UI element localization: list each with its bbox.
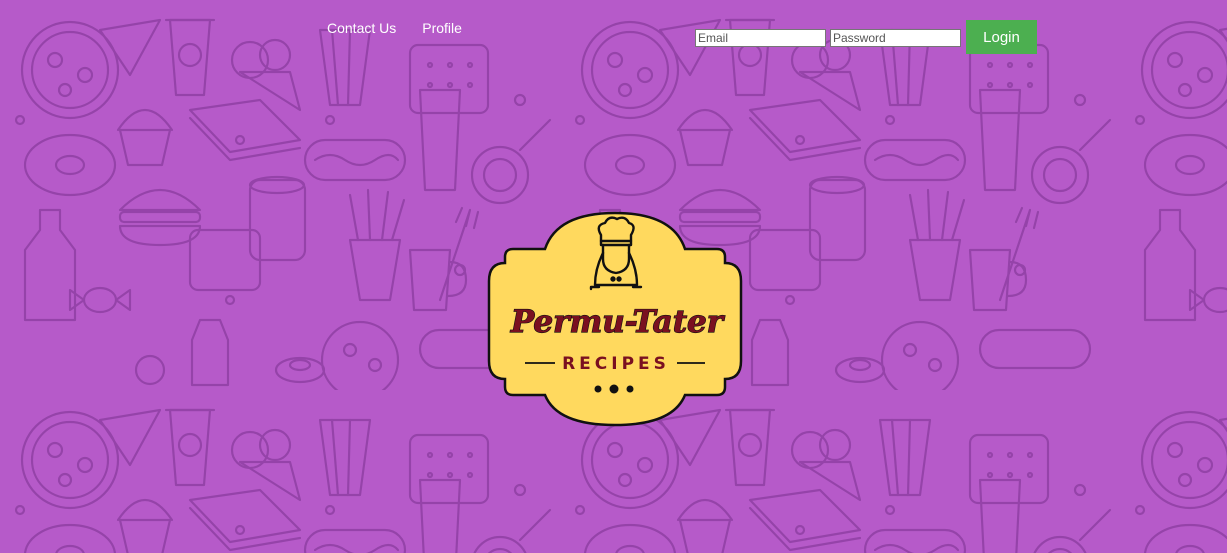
top-nav: Contact Us Profile: [327, 19, 462, 37]
logo-subtitle: RECIPES: [562, 354, 670, 374]
logo-dot: [609, 384, 619, 394]
email-field[interactable]: [695, 29, 826, 47]
logo-dot: [626, 385, 634, 393]
logo-title: Permu-Tater: [510, 304, 726, 340]
logo-dot: [594, 385, 602, 393]
login-form: Login: [695, 20, 1037, 54]
nav-contact-us-link[interactable]: Contact Us: [327, 19, 396, 37]
login-button[interactable]: Login: [966, 20, 1037, 54]
nav-profile-link[interactable]: Profile: [422, 19, 462, 37]
password-field[interactable]: [830, 29, 961, 47]
permu-tater-logo: Permu-Tater RECIPES: [487, 211, 743, 427]
